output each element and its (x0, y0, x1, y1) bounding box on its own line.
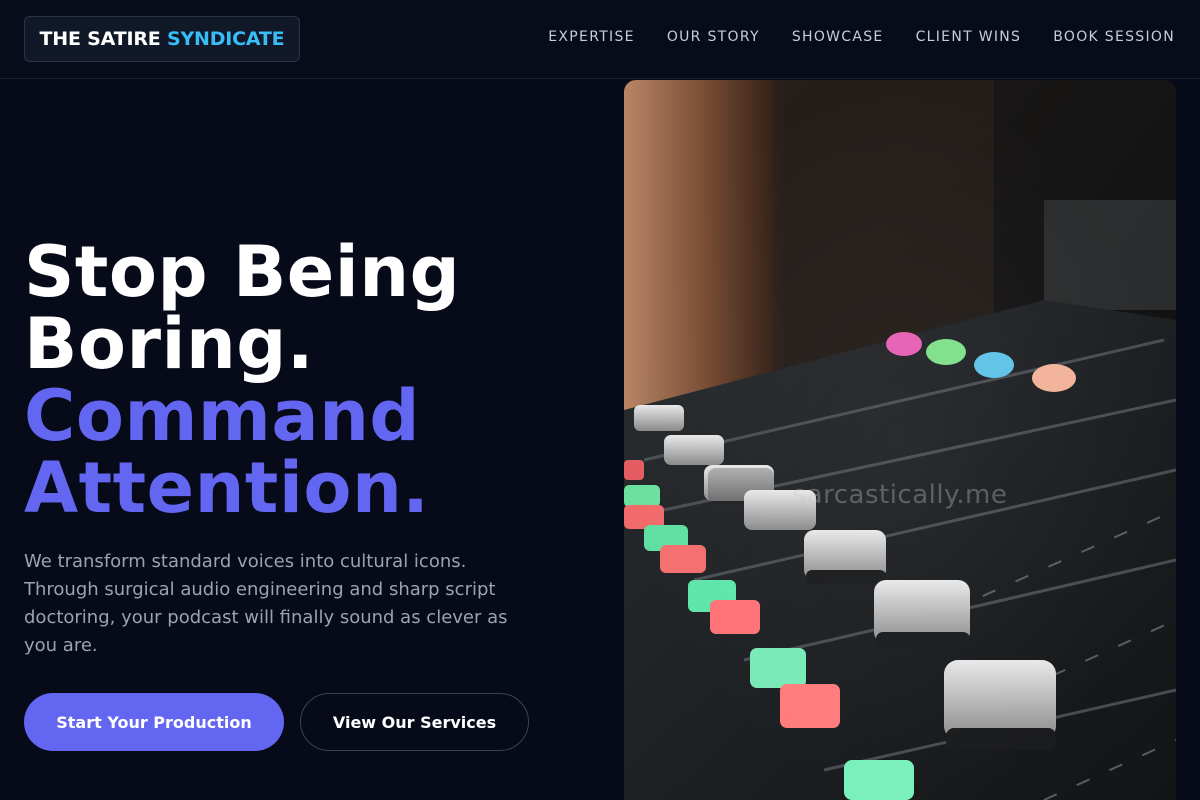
nav-link-our-story[interactable]: OUR STORY (667, 29, 760, 45)
hero-description: We transform standard voices into cultur… (24, 551, 508, 656)
headline-line-2: Boring. (24, 303, 314, 385)
brand-logo[interactable]: THE SATIRE SYNDICATE (24, 16, 300, 62)
brand-name-part2: SYNDICATE (166, 28, 285, 50)
main-nav: EXPERTISE OUR STORY SHOWCASE CLIENT WINS… (516, 29, 1175, 45)
view-services-button[interactable]: View Our Services (300, 693, 529, 751)
nav-link-book-session[interactable]: BOOK SESSION (1053, 29, 1175, 45)
hero-headline: Stop Being Boring. Command Attention. (24, 236, 460, 524)
site-header: THE SATIRE SYNDICATE EXPERTISE OUR STORY… (0, 0, 1200, 79)
nav-link-client-wins[interactable]: CLIENT WINS (916, 29, 1022, 45)
nav-link-showcase[interactable]: SHOWCASE (792, 29, 884, 45)
headline-accent-line-2: Attention. (24, 447, 430, 529)
mixing-console-illustration (624, 80, 1176, 800)
hero-image-mixing-console: sarcastically.me (624, 80, 1176, 800)
nav-link-expertise[interactable]: EXPERTISE (548, 29, 635, 45)
brand-name-part1: THE SATIRE (39, 28, 161, 50)
start-production-button[interactable]: Start Your Production (24, 693, 284, 751)
headline-accent-line-1: Command (24, 375, 421, 457)
image-watermark: sarcastically.me (792, 480, 1008, 510)
headline-line-1: Stop Being (24, 231, 461, 313)
